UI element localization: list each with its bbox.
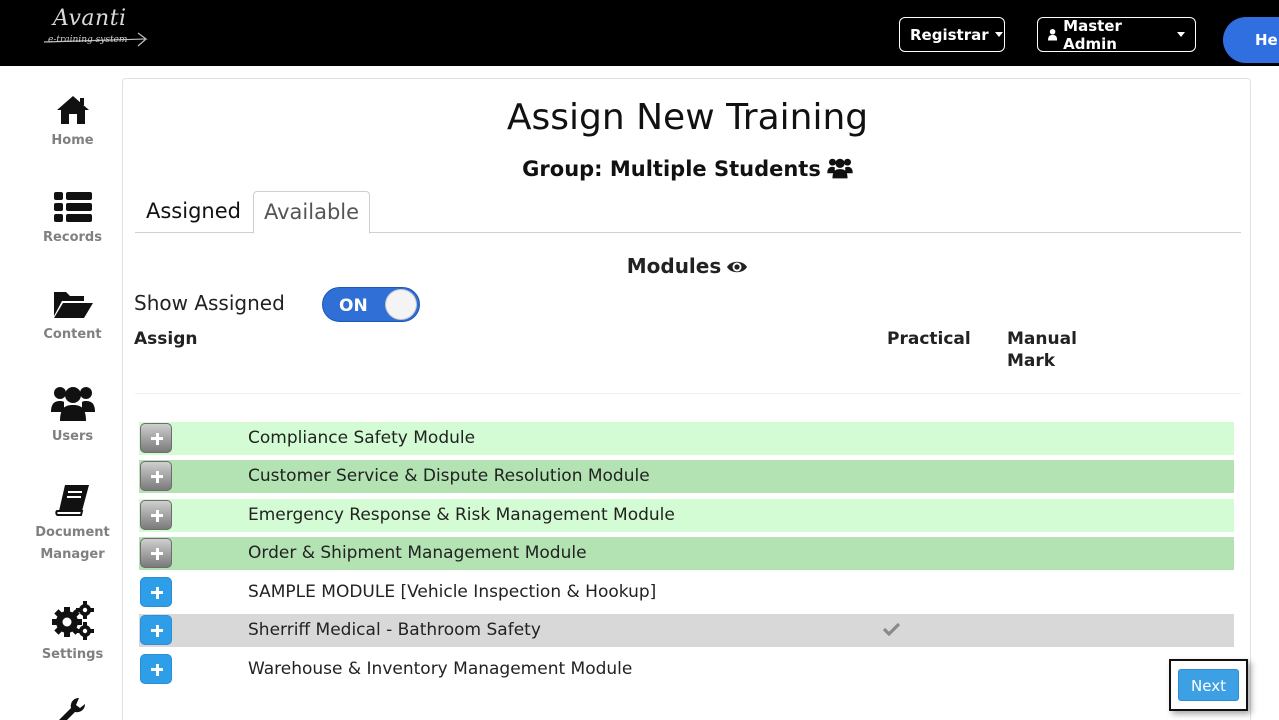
- logo-subtext: e-training system: [48, 35, 128, 45]
- logo-text: Avanti: [53, 6, 127, 31]
- group-heading: Group: Multiple Students: [123, 157, 1252, 181]
- module-name: Emergency Response & Risk Management Mod…: [248, 505, 675, 525]
- home-icon: [56, 96, 89, 124]
- records-list-icon: [53, 192, 92, 222]
- next-highlight: Next: [1169, 659, 1248, 711]
- column-header-assign: Assign: [134, 329, 198, 349]
- caret-down-icon: [994, 32, 1003, 37]
- column-header-manual-mark: Manual Mark: [1007, 329, 1077, 371]
- add-module-button[interactable]: [140, 538, 172, 568]
- table-row: Order & Shipment Management Module: [139, 537, 1234, 570]
- table-row: Sherriff Medical - Bathroom Safety: [139, 614, 1234, 647]
- eye-icon[interactable]: [726, 259, 748, 275]
- add-module-button[interactable]: [140, 615, 172, 645]
- master-admin-label: Master Admin: [1063, 16, 1122, 53]
- add-module-button[interactable]: [140, 654, 172, 684]
- module-name: Order & Shipment Management Module: [248, 543, 587, 563]
- table-row: Emergency Response & Risk Management Mod…: [139, 499, 1234, 532]
- table-row: SAMPLE MODULE [Vehicle Inspection & Hook…: [139, 576, 1234, 609]
- page-title: Assign New Training: [506, 97, 869, 138]
- registrar-dropdown[interactable]: Registrar: [899, 17, 1005, 52]
- modules-heading: Modules: [123, 254, 1252, 278]
- users-icon: [827, 158, 853, 179]
- avanti-logo[interactable]: Avanti e-training system: [40, 6, 155, 50]
- check-icon: [883, 622, 900, 636]
- main-panel: Assign New Training Group: Multiple Stud…: [122, 78, 1251, 720]
- module-name: Warehouse & Inventory Management Module: [248, 659, 633, 679]
- top-bar: Avanti e-training system Registrar Maste…: [0, 0, 1279, 66]
- add-module-button[interactable]: [140, 500, 172, 530]
- registrar-label: Registrar: [910, 25, 989, 44]
- wrench-icon: [58, 698, 85, 720]
- module-name: Compliance Safety Module: [248, 428, 476, 448]
- add-module-button[interactable]: [140, 423, 172, 453]
- help-button[interactable]: Help: [1223, 17, 1279, 63]
- column-header-practical: Practical: [887, 329, 971, 349]
- add-module-button[interactable]: [140, 577, 172, 607]
- users-icon: [50, 387, 95, 421]
- toggle-knob: [385, 289, 417, 320]
- gears-icon: [51, 601, 94, 640]
- sidebar: Home Records Content Users Document Mana…: [0, 66, 122, 720]
- tab-assigned[interactable]: Assigned: [135, 191, 252, 233]
- module-name: Customer Service & Dispute Resolution Mo…: [248, 466, 650, 486]
- show-assigned-toggle[interactable]: ON: [322, 287, 420, 322]
- caret-down-icon: [1177, 32, 1185, 37]
- next-button[interactable]: Next: [1178, 669, 1239, 701]
- group-label: Group: Multiple Students: [522, 157, 821, 181]
- master-admin-dropdown[interactable]: Master Admin: [1037, 16, 1196, 53]
- module-name: SAMPLE MODULE [Vehicle Inspection & Hook…: [248, 582, 657, 602]
- add-module-button[interactable]: [140, 461, 172, 491]
- divider: [135, 393, 1241, 394]
- module-name: Sherriff Medical - Bathroom Safety: [248, 620, 541, 640]
- show-assigned-label: Show Assigned: [134, 291, 285, 315]
- table-row: Warehouse & Inventory Management Module: [139, 653, 1234, 686]
- user-icon: [1048, 29, 1058, 41]
- tab-bar: Assigned Available: [135, 191, 1241, 234]
- folder-open-icon: [53, 292, 93, 318]
- table-row: Compliance Safety Module: [139, 422, 1234, 455]
- tab-available[interactable]: Available: [253, 191, 370, 234]
- book-icon: [54, 485, 89, 516]
- table-row: Customer Service & Dispute Resolution Mo…: [139, 460, 1234, 493]
- toggle-state-label: ON: [339, 296, 368, 316]
- modules-title: Modules: [626, 254, 722, 278]
